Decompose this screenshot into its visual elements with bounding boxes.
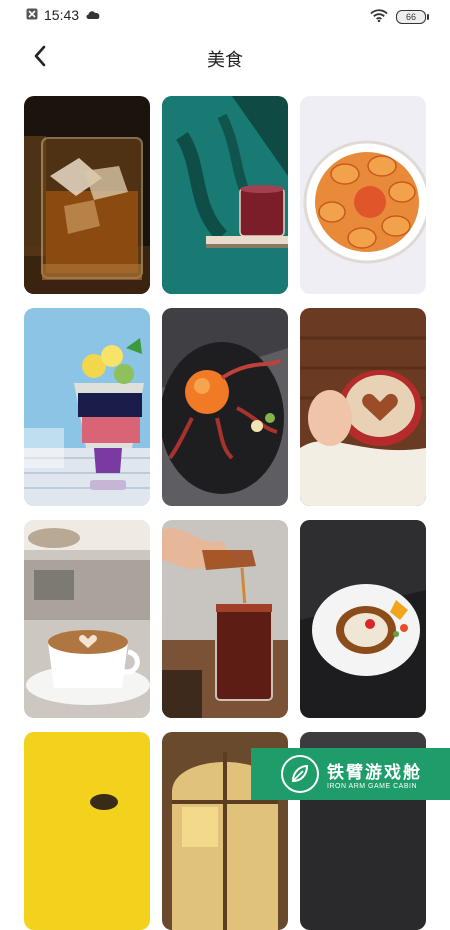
wifi-icon [370,7,388,26]
notification-x-icon [26,7,38,23]
leaf-logo-icon [281,755,319,793]
cloud-icon [85,7,101,23]
page-title: 美食 [207,50,243,71]
header: 美食 [0,36,450,78]
ad-title-en: IRON ARM GAME CABIN [327,783,418,790]
gallery-item-drink-on-shelf[interactable] [162,96,288,294]
gallery-item-crab-platter[interactable] [300,96,426,294]
gallery-item-crab-plate[interactable] [162,308,288,506]
gallery-item-cafe-latte[interactable] [24,520,150,718]
gallery-item-latte-heart-art[interactable] [300,308,426,506]
gallery-item-dessert-plate[interactable] [300,520,426,718]
status-time: 15:43 [44,7,80,23]
ad-banner[interactable]: 铁臂游戏舱 IRON ARM GAME CABIN [251,748,450,800]
gallery-item-whiskey-glass[interactable] [24,96,150,294]
status-bar: 15:43 66 [0,0,450,30]
battery-icon: 66 [396,9,429,24]
gallery-item-iced-tea-pour[interactable] [162,520,288,718]
gallery-item-fruit-parfait[interactable] [24,308,150,506]
gallery-item-yellow-dessert[interactable] [24,732,150,930]
ad-title-cn: 铁臂游戏舱 [327,763,422,783]
